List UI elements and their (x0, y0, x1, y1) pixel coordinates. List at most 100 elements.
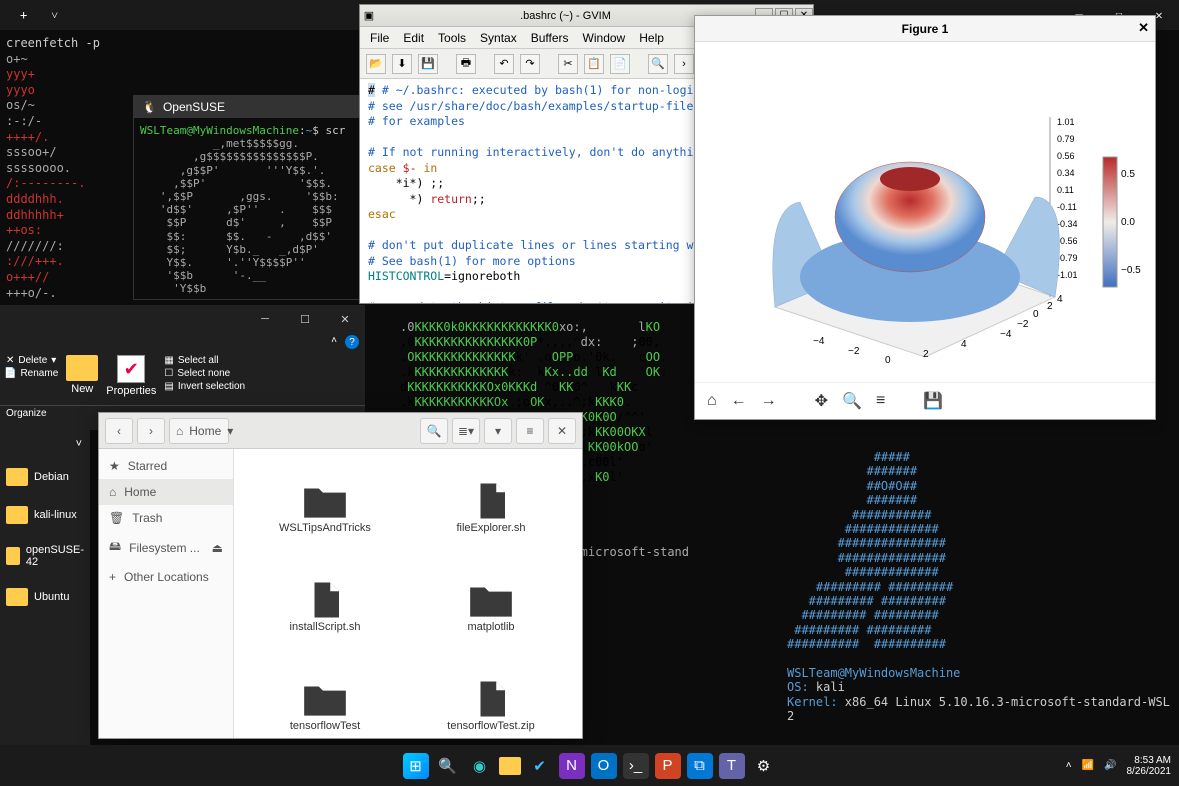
place-starred[interactable]: ★ Starred (99, 453, 233, 479)
new-folder-button[interactable]: New (66, 355, 98, 395)
vscode-icon[interactable]: ⧉ (687, 753, 713, 779)
help-icon[interactable]: ? (345, 335, 359, 349)
new-tab-button[interactable]: + (8, 8, 39, 22)
next-icon[interactable]: › (674, 54, 694, 74)
zoom-icon[interactable]: 🔍 (842, 391, 862, 411)
clock[interactable]: 8:53 AM 8/26/2021 (1127, 755, 1172, 777)
volume-icon[interactable]: 🔊 (1104, 760, 1116, 771)
search-icon[interactable]: 🔍 (435, 753, 461, 779)
place-home[interactable]: ⌂ Home (99, 479, 233, 505)
edge-icon[interactable]: ◉ (467, 753, 493, 779)
close-button[interactable]: ✕ (548, 418, 576, 444)
forward-button[interactable]: › (137, 418, 165, 444)
explorer-icon[interactable] (499, 757, 521, 775)
files-grid: WSLTipsAndTricks fileExplorer.sh install… (234, 449, 582, 738)
menu-window[interactable]: Window (583, 31, 626, 45)
sidebar-item-kali[interactable]: kali-linux (0, 496, 90, 534)
save-icon[interactable]: 💾 (923, 391, 943, 411)
matplotlib-figure-window: Figure 1 ✕ (694, 15, 1156, 420)
save-icon[interactable]: ⬇ (392, 54, 412, 74)
close-icon[interactable]: ✕ (1138, 20, 1149, 36)
folder-icon (6, 547, 20, 565)
rename-button[interactable]: 📄 Rename (4, 368, 58, 379)
view-grid-button[interactable]: ▾ (484, 418, 512, 444)
svg-text:4: 4 (1057, 294, 1063, 305)
file-item[interactable]: tensorflowTest.zip (410, 657, 572, 738)
tab-dropdown-icon[interactable]: ˅ (39, 8, 70, 23)
svg-text:0: 0 (885, 355, 891, 366)
files-headerbar: ‹ › ⌂ Home ▾ 🔍 ≣▾ ▾ ≡ ✕ (99, 413, 582, 449)
windows-taskbar: ⊞ 🔍 ◉ ✔ N O ›_ P ⧉ T ⚙ ˄ 📶 🔊 8:53 AM 8/2… (0, 745, 1179, 786)
invert-selection-button[interactable]: ▤ Invert selection (164, 381, 245, 392)
delete-button[interactable]: ✕ Delete ▾ (6, 355, 56, 366)
properties-button[interactable]: ✔ Properties (106, 355, 156, 397)
file-item[interactable]: installScript.sh (244, 558, 406, 653)
view-list-button[interactable]: ≣▾ (452, 418, 480, 444)
folder-item[interactable]: tensorflowTest (244, 657, 406, 738)
svg-text:−4: −4 (1000, 329, 1012, 340)
settings-icon[interactable]: ⚙ (751, 753, 777, 779)
menu-edit[interactable]: Edit (403, 31, 424, 45)
chevron-down-icon[interactable]: ˅ (76, 438, 82, 450)
file-item[interactable]: fileExplorer.sh (410, 459, 572, 554)
place-other[interactable]: + Other Locations (99, 564, 233, 590)
folder-item[interactable]: matplotlib (410, 558, 572, 653)
select-all-button[interactable]: ▦ Select all (164, 355, 218, 366)
files-places-sidebar: ★ Starred ⌂ Home 🗑 Trash 🖴 Filesystem ..… (99, 449, 234, 738)
menu-help[interactable]: Help (639, 31, 664, 45)
open-icon[interactable]: 📂 (366, 54, 386, 74)
svg-text:4: 4 (961, 339, 967, 350)
close-icon[interactable]: ✕ (325, 305, 365, 333)
menu-button[interactable]: ≡ (516, 418, 544, 444)
svg-text:-1.01: -1.01 (1057, 270, 1078, 280)
saveall-icon[interactable]: 💾 (418, 54, 438, 74)
start-button[interactable]: ⊞ (403, 753, 429, 779)
menu-buffers[interactable]: Buffers (531, 31, 569, 45)
redo-icon[interactable]: ↷ (520, 54, 540, 74)
menu-file[interactable]: File (370, 31, 389, 45)
onenote-icon[interactable]: N (559, 753, 585, 779)
pan-icon[interactable]: ✥ (815, 391, 828, 411)
sidebar-item-ubuntu[interactable]: Ubuntu (0, 578, 90, 616)
svg-text:1.01: 1.01 (1057, 117, 1075, 127)
back-button[interactable]: ‹ (105, 418, 133, 444)
back-icon[interactable]: ← (731, 392, 747, 410)
todo-icon[interactable]: ✔ (527, 753, 553, 779)
home-icon[interactable]: ⌂ (707, 392, 717, 410)
folder-item[interactable]: WSLTipsAndTricks (244, 459, 406, 554)
terminal-icon[interactable]: ›_ (623, 753, 649, 779)
path-home[interactable]: ⌂ Home ▾ (169, 418, 229, 444)
svg-text:0.79: 0.79 (1057, 134, 1075, 144)
copy-icon[interactable]: 📋 (584, 54, 604, 74)
svg-text:−2: −2 (848, 346, 860, 357)
undo-icon[interactable]: ↶ (494, 54, 514, 74)
forward-icon[interactable]: → (761, 392, 777, 410)
paste-icon[interactable]: 📄 (610, 54, 630, 74)
search-button[interactable]: 🔍 (420, 418, 448, 444)
chevron-up-icon[interactable]: ˄ (331, 335, 337, 349)
menu-syntax[interactable]: Syntax (480, 31, 517, 45)
maximize-icon[interactable]: ☐ (285, 305, 325, 333)
find-icon[interactable]: 🔍 (648, 54, 668, 74)
figure-titlebar: Figure 1 ✕ (695, 16, 1155, 42)
wifi-icon[interactable]: 📶 (1082, 760, 1094, 771)
powerpoint-icon[interactable]: P (655, 753, 681, 779)
minimize-icon[interactable]: ─ (245, 305, 285, 333)
tray-chevron-icon[interactable]: ˄ (1066, 760, 1072, 771)
folder-icon (6, 468, 28, 486)
configure-icon[interactable]: ≡ (876, 392, 885, 410)
sidebar-item-opensuse[interactable]: openSUSE-42 (0, 534, 90, 578)
svg-text:−0.5: −0.5 (1121, 265, 1141, 276)
svg-text:-0.56: -0.56 (1057, 236, 1078, 246)
outlook-icon[interactable]: O (591, 753, 617, 779)
place-filesystem[interactable]: 🖴 Filesystem ... ⏏ (99, 531, 233, 564)
cut-icon[interactable]: ✂ (558, 54, 578, 74)
svg-text:0.11: 0.11 (1057, 185, 1074, 195)
sidebar-item-debian[interactable]: Debian (0, 458, 90, 496)
select-none-button[interactable]: ☐ Select none (164, 368, 230, 379)
svg-text:0.56: 0.56 (1057, 151, 1075, 161)
print-icon[interactable]: 🖶 (456, 54, 476, 74)
teams-icon[interactable]: T (719, 753, 745, 779)
menu-tools[interactable]: Tools (438, 31, 466, 45)
place-trash[interactable]: 🗑 Trash (99, 505, 233, 531)
